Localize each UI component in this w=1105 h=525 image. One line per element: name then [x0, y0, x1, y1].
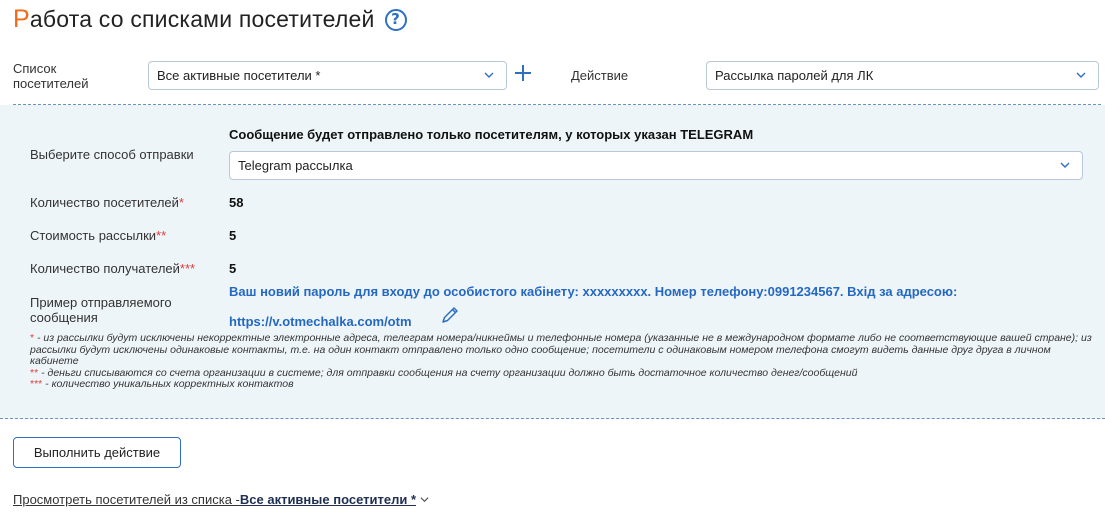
- example-message-line1: Ваш новий пароль для входу до особистого…: [229, 284, 958, 299]
- page-title-text: абота со списками посетителей: [29, 6, 375, 32]
- visitor-list-label-line2: посетителей: [13, 76, 89, 91]
- footnote-2-text: - деньги списываются со счета организаци…: [38, 366, 858, 379]
- example-message-link: https://v.otmechalka.com/otm: [229, 314, 412, 329]
- help-icon[interactable]: ?: [384, 8, 407, 31]
- send-method-select[interactable]: Telegram рассылка: [229, 151, 1083, 180]
- action-select-value: Рассылка паролей для ЛК: [715, 68, 874, 83]
- action-select[interactable]: Рассылка паролей для ЛК: [706, 61, 1099, 90]
- telegram-notice: Сообщение будет отправлено только посети…: [229, 127, 754, 142]
- mailing-cost-label: Стоимость рассылки**: [30, 228, 166, 243]
- chevron-down-icon: [484, 72, 494, 78]
- visitor-list-select-value: Все активные посетители *: [157, 68, 321, 83]
- send-method-select-value: Telegram рассылка: [238, 158, 353, 173]
- recipients-count-label: Количество получателей***: [30, 261, 195, 276]
- visitor-list-select[interactable]: Все активные посетители *: [148, 61, 507, 90]
- required-mark: **: [156, 228, 167, 243]
- required-mark: *: [178, 195, 184, 210]
- view-visitors-prefix[interactable]: Просмотреть посетителей из списка -: [13, 492, 240, 507]
- footnote-1: * - из рассылки будут исключены некоррек…: [30, 332, 1095, 368]
- help-glyph: ?: [391, 10, 401, 28]
- chevron-down-icon: [1060, 162, 1070, 168]
- required-mark: ***: [179, 261, 196, 276]
- mailing-cost-value: 5: [229, 228, 237, 243]
- recipients-count-label-text: Количество получателей: [30, 261, 180, 276]
- visitors-count-label: Количество посетителей*: [30, 195, 184, 210]
- footnote-3-text: - количество уникальных корректных конта…: [42, 378, 294, 390]
- footnote-3-mark: ***: [30, 378, 43, 390]
- footnote-1-text: - из рассылки будут исключены некорректн…: [30, 332, 1092, 367]
- recipients-count-value: 5: [229, 261, 237, 276]
- execute-action-button[interactable]: Выполнить действие: [13, 437, 181, 468]
- action-label: Действие: [571, 68, 629, 83]
- example-message-label: Пример отправляемого сообщения: [30, 295, 172, 325]
- mailing-cost-label-text: Стоимость рассылки: [30, 228, 157, 243]
- footnote-2-mark: **: [30, 366, 39, 379]
- view-visitors-link[interactable]: Просмотреть посетителей из списка - Все …: [13, 492, 429, 507]
- example-message-label-line1: Пример отправляемого: [30, 295, 172, 310]
- page-title-first-letter: Р: [13, 5, 30, 33]
- visitor-list-label-line1: Список: [13, 61, 57, 76]
- add-list-plus-icon[interactable]: [514, 64, 532, 82]
- footnote-3: *** - количество уникальных корректных к…: [30, 378, 1095, 391]
- view-visitors-list-name[interactable]: Все активные посетители *: [240, 492, 416, 507]
- chevron-down-icon[interactable]: [420, 495, 429, 504]
- send-method-label: Выберите способ отправки: [30, 147, 194, 162]
- visitors-count-label-text: Количество посетителей: [30, 195, 179, 210]
- example-message-label-line2: сообщения: [30, 310, 98, 325]
- visitor-list-label: Список посетителей: [13, 61, 88, 91]
- page-title: Работа со списками посетителей ?: [13, 5, 407, 34]
- pencil-icon[interactable]: [439, 304, 461, 326]
- footnotes: * - из рассылки будут исключены некоррек…: [30, 332, 1095, 391]
- visitors-count-value: 58: [229, 195, 244, 210]
- chevron-down-icon: [1076, 72, 1086, 78]
